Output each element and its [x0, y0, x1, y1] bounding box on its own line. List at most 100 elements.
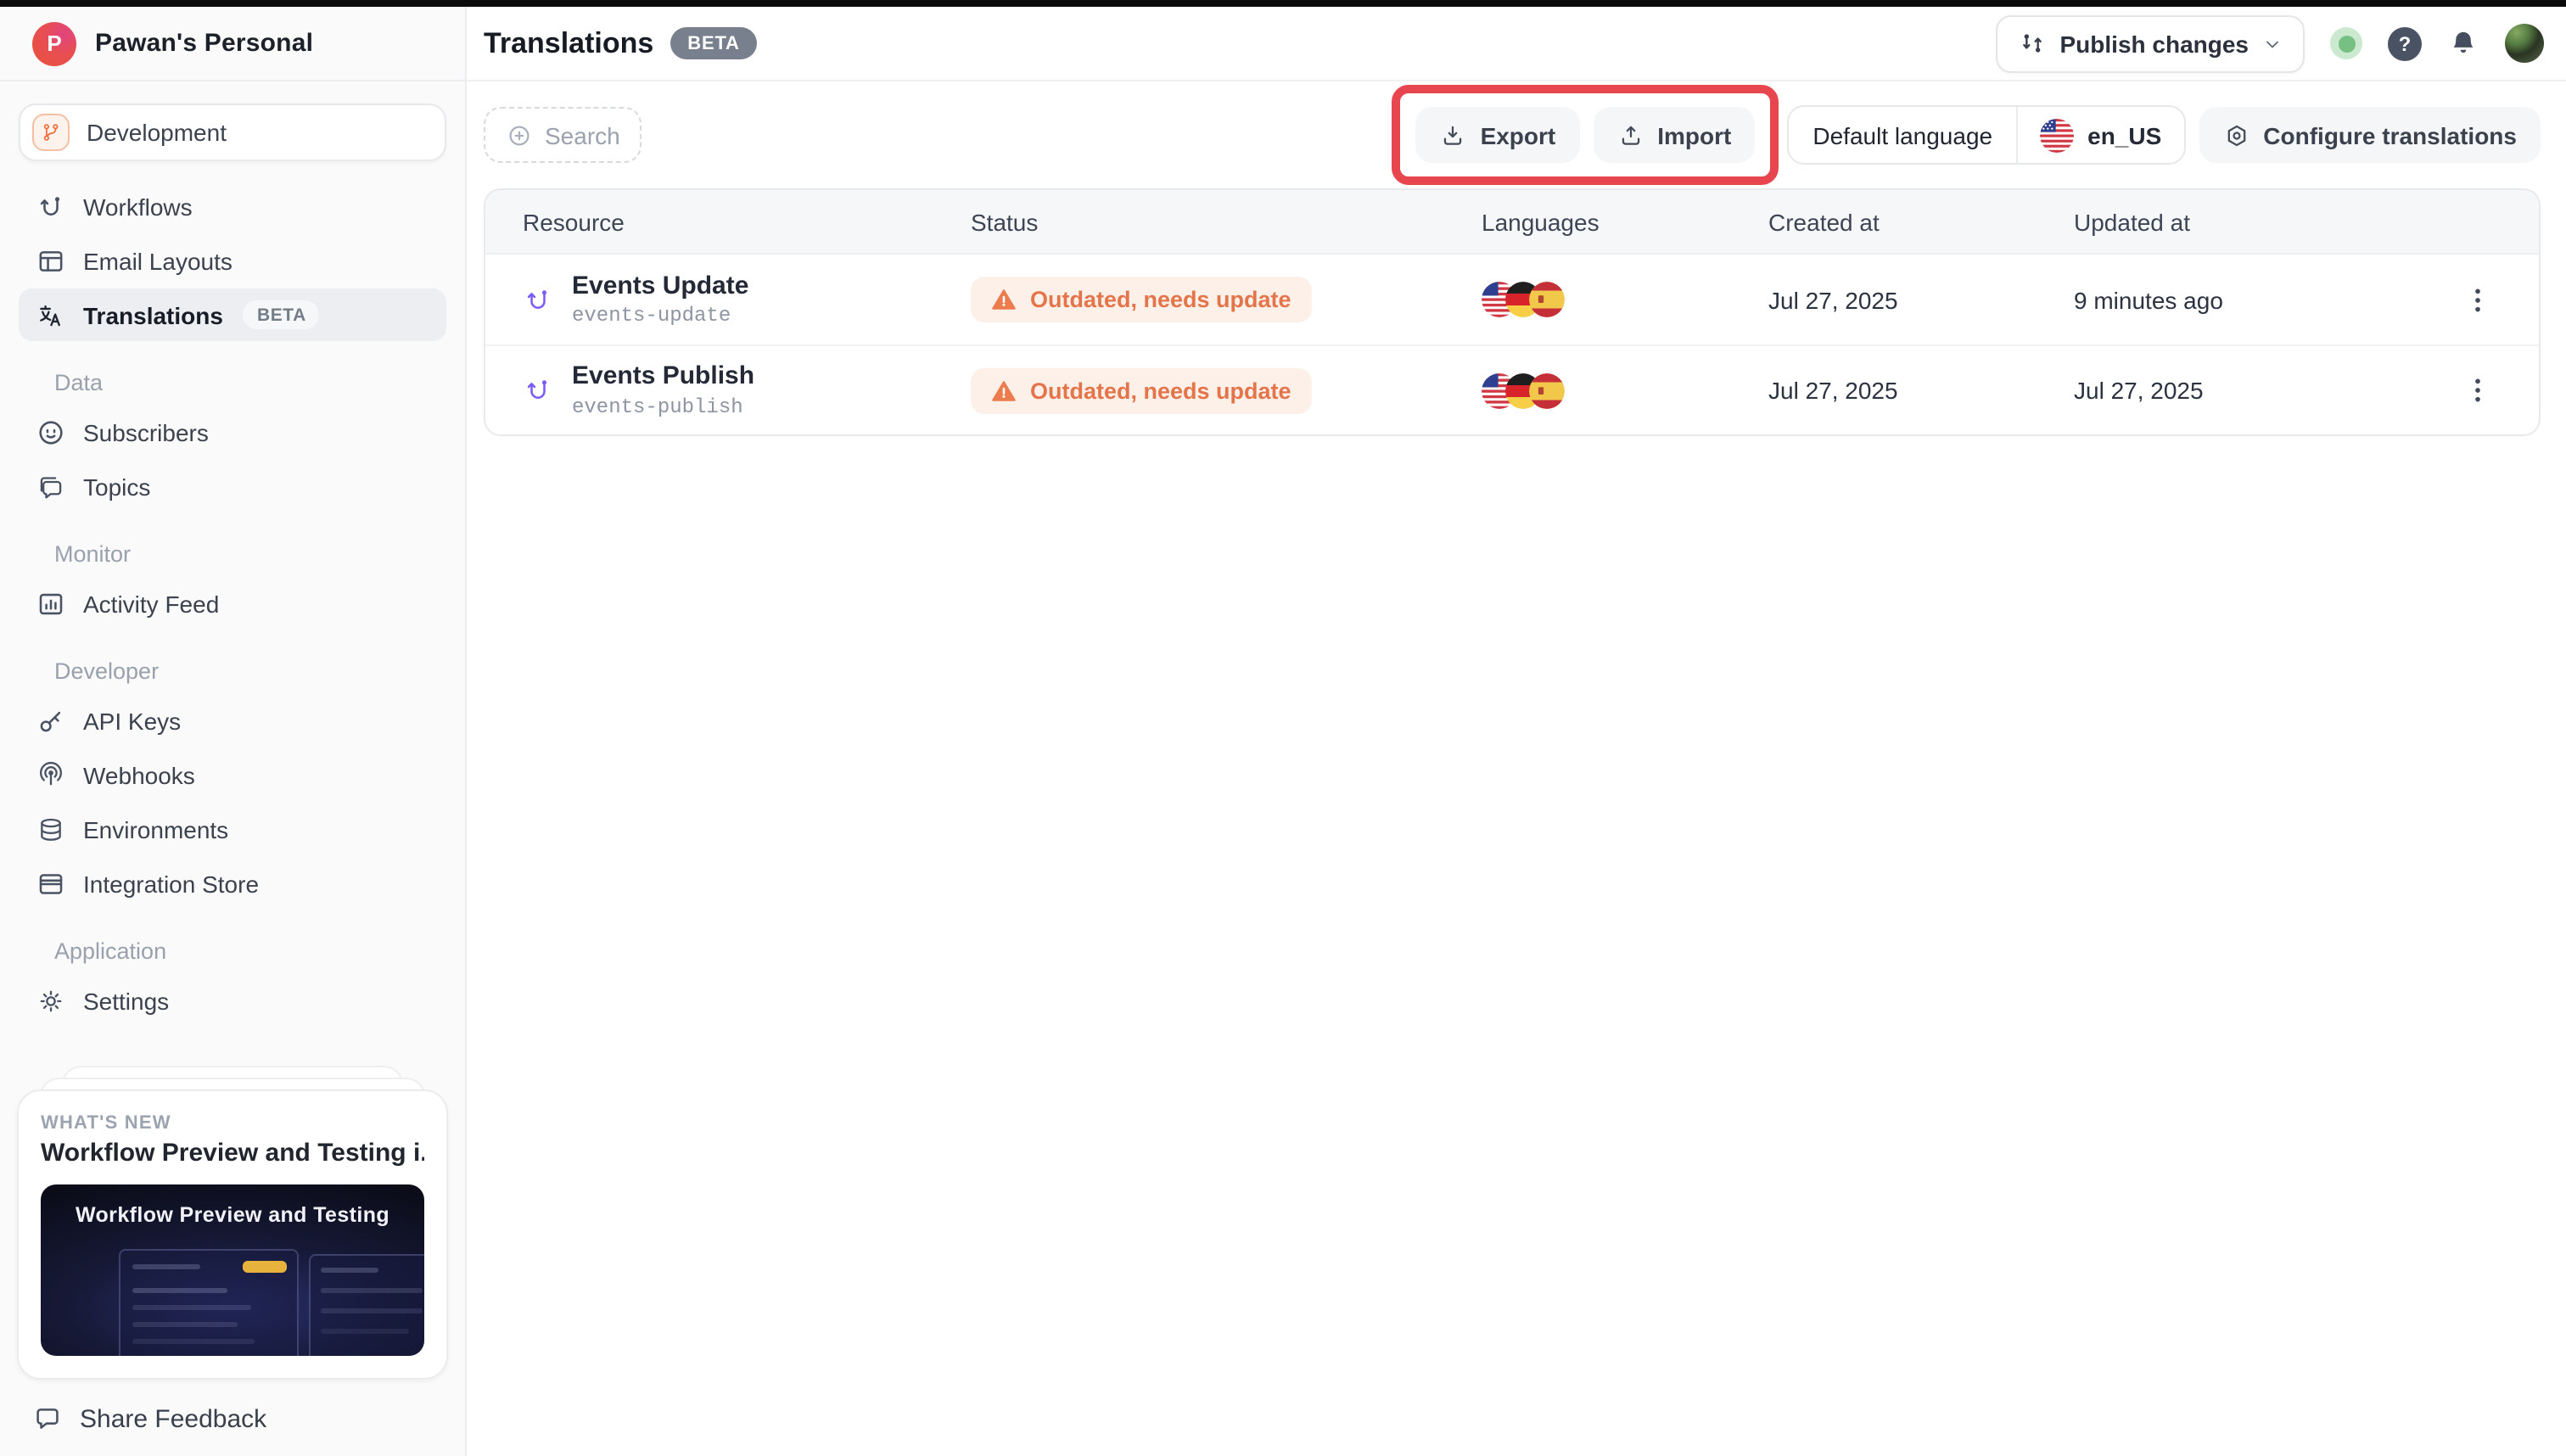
us-flag-icon	[2040, 118, 2074, 152]
status-text: Outdated, needs update	[1030, 378, 1291, 403]
publish-changes-label: Publish changes	[2060, 30, 2249, 57]
row-menu-icon[interactable]	[2461, 283, 2495, 316]
sidebar-item-settings[interactable]: Settings	[19, 974, 446, 1027]
gear-icon	[36, 985, 66, 1016]
workflow-icon	[36, 191, 66, 221]
database-icon	[36, 814, 66, 844]
sidebar-item-label: Settings	[83, 987, 169, 1014]
status-badge: Outdated, needs update	[971, 277, 1312, 322]
thumbnail-mock-panel	[309, 1254, 424, 1356]
sidebar-item-environments[interactable]: Environments	[19, 803, 446, 855]
workspace-avatar-initial: P	[47, 31, 61, 56]
language-flags	[1482, 372, 1768, 408]
sidebar-item-label: API Keys	[83, 707, 181, 734]
beta-badge: BETA	[670, 27, 756, 59]
download-icon	[1440, 121, 1467, 148]
sidebar-item-label: Subscribers	[83, 418, 209, 445]
translations-table: Resource Status Languages Created at Upd…	[484, 188, 2541, 436]
workspace-avatar: P	[32, 21, 76, 65]
export-label: Export	[1481, 121, 1556, 148]
environment-switcher[interactable]: Development	[19, 104, 446, 161]
git-compare-icon	[2018, 29, 2047, 58]
default-language-control: Default language	[1787, 105, 2185, 165]
export-button[interactable]: Export	[1416, 107, 1580, 163]
translate-icon	[36, 300, 66, 330]
share-feedback-button[interactable]: Share Feedback	[0, 1380, 465, 1456]
whats-new-thumbnail: Workflow Preview and Testing	[41, 1184, 424, 1356]
help-symbol: ?	[2399, 31, 2412, 55]
main-content: Translations BETA Publish changes	[467, 7, 2566, 1456]
status-text: Outdated, needs update	[1030, 287, 1291, 312]
default-language-value[interactable]: en_US	[2018, 107, 2183, 163]
sidebar-item-workflows[interactable]: Workflows	[19, 180, 446, 232]
user-avatar[interactable]	[2505, 24, 2544, 63]
annotation-highlight-box: Export Import	[1392, 85, 1779, 185]
upload-icon	[1616, 121, 1644, 148]
configure-translations-label: Configure translations	[2263, 121, 2517, 148]
table-row[interactable]: Events Publish events-publish	[485, 344, 2539, 434]
subscribers-icon	[36, 417, 66, 447]
thumbnail-mock-panel	[119, 1249, 299, 1356]
activity-feed-icon	[36, 588, 66, 619]
sidebar-item-email-layouts[interactable]: Email Layouts	[19, 234, 446, 287]
page-title: Translations	[484, 26, 653, 60]
search-label: Search	[545, 121, 620, 148]
nav-section-label: Data	[19, 343, 446, 406]
column-header-resource: Resource	[523, 208, 971, 235]
environment-label: Development	[87, 119, 227, 146]
layout-icon	[36, 245, 66, 276]
search-button[interactable]: Search	[484, 107, 642, 163]
sidebar-item-topics[interactable]: Topics	[19, 460, 446, 512]
circle-plus-icon	[506, 121, 533, 148]
sidebar-item-label: Activity Feed	[83, 590, 219, 617]
import-button[interactable]: Import	[1593, 107, 1755, 163]
chevron-down-icon	[2262, 33, 2283, 53]
git-branch-icon	[32, 114, 70, 151]
sidebar-item-api-keys[interactable]: API Keys	[19, 694, 446, 747]
sidebar-item-activity-feed[interactable]: Activity Feed	[19, 577, 446, 630]
configure-translations-button[interactable]: Configure translations	[2199, 107, 2541, 163]
status-indicator[interactable]	[2330, 27, 2362, 59]
page-header: Translations BETA Publish changes	[467, 7, 2566, 81]
created-at: Jul 27, 2025	[1768, 286, 2074, 313]
resource-name: Events Publish	[572, 362, 754, 392]
default-language-label: Default language	[1789, 107, 2018, 163]
resource-slug: events-publish	[572, 395, 754, 418]
row-menu-icon[interactable]	[2461, 373, 2495, 407]
column-header-created: Created at	[1768, 208, 2074, 235]
webhooks-icon	[36, 759, 66, 790]
status-badge: Outdated, needs update	[971, 367, 1312, 413]
publish-changes-button[interactable]: Publish changes	[1996, 14, 2305, 72]
topics-icon	[36, 471, 66, 501]
nav-section-label: Developer	[19, 631, 446, 694]
top-progress-bar	[0, 0, 2566, 7]
sidebar-item-translations[interactable]: Translations BETA	[19, 288, 446, 341]
updated-at: 9 minutes ago	[2074, 286, 2430, 313]
beta-badge: BETA	[244, 300, 320, 329]
chat-bubble-icon	[32, 1403, 63, 1434]
table-row[interactable]: Events Update events-update	[485, 255, 2539, 344]
whats-new-section: WHAT'S NEW Workflow Preview and Testing …	[0, 1066, 465, 1380]
column-header-languages: Languages	[1482, 208, 1768, 235]
created-at: Jul 27, 2025	[1768, 377, 2074, 404]
sidebar: P Pawan's Personal Development	[0, 7, 467, 1456]
help-icon[interactable]: ?	[2388, 26, 2422, 60]
thumbnail-mock-button	[243, 1261, 287, 1273]
workspace-switcher[interactable]: P Pawan's Personal	[0, 7, 465, 81]
sidebar-item-label: Topics	[83, 473, 150, 500]
hexagon-settings-icon	[2222, 121, 2249, 148]
workspace-name: Pawan's Personal	[95, 29, 313, 58]
import-label: Import	[1657, 121, 1731, 148]
updated-at: Jul 27, 2025	[2074, 377, 2430, 404]
whats-new-card[interactable]: WHAT'S NEW Workflow Preview and Testing …	[17, 1089, 448, 1380]
warning-triangle-icon	[991, 378, 1017, 403]
column-header-status: Status	[971, 208, 1482, 235]
whats-new-eyebrow: WHAT'S NEW	[41, 1113, 424, 1134]
sidebar-item-webhooks[interactable]: Webhooks	[19, 748, 446, 801]
bell-icon[interactable]	[2447, 27, 2479, 59]
sidebar-item-integration-store[interactable]: Integration Store	[19, 857, 446, 910]
workflow-icon	[523, 284, 553, 315]
sidebar-item-label: Email Layouts	[83, 247, 233, 274]
sidebar-item-subscribers[interactable]: Subscribers	[19, 406, 446, 458]
column-header-updated: Updated at	[2074, 208, 2430, 235]
